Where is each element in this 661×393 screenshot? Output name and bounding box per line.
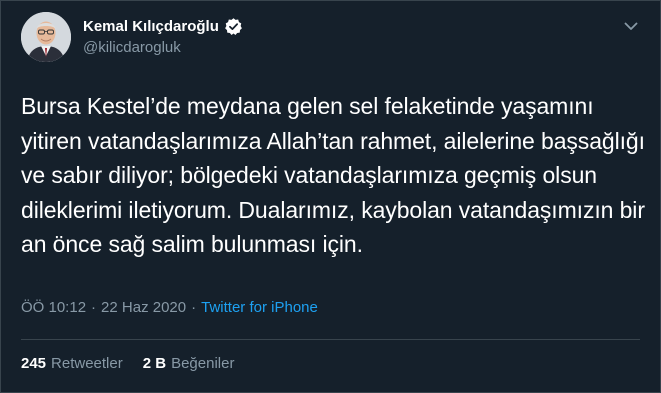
verified-badge-icon: [224, 17, 243, 36]
tweet-header: Kemal Kılıçdaroğlu @kilicdarogluk: [21, 12, 641, 72]
name-row: Kemal Kılıçdaroğlu: [83, 15, 243, 37]
tweet-date[interactable]: 22 Haz 2020: [101, 299, 186, 316]
divider: [21, 339, 640, 340]
chevron-down-icon[interactable]: [621, 16, 641, 36]
retweets-label: Retweetler: [51, 355, 123, 372]
tweet-source-link[interactable]: Twitter for iPhone: [201, 299, 318, 316]
likes-stat[interactable]: 2 B Beğeniler: [143, 355, 235, 372]
likes-label: Beğeniler: [171, 355, 235, 372]
tweet-card: Kemal Kılıçdaroğlu @kilicdarogluk Bursa …: [0, 0, 661, 393]
handle[interactable]: @kilicdarogluk: [83, 39, 243, 56]
tweet-text: Bursa Kestel’de meydana gelen sel felake…: [21, 93, 645, 258]
author-names: Kemal Kılıçdaroğlu @kilicdarogluk: [83, 15, 243, 56]
meta-separator: ·: [91, 299, 97, 316]
display-name[interactable]: Kemal Kılıçdaroğlu: [83, 18, 219, 35]
tweet-stats: 245 Retweetler 2 B Beğeniler: [21, 355, 254, 372]
tweet-time[interactable]: ÖÖ 10:12: [21, 299, 86, 316]
avatar[interactable]: [21, 12, 71, 62]
likes-count: 2 B: [142, 355, 167, 372]
avatar-portrait: [21, 12, 71, 62]
meta-separator: ·: [191, 299, 197, 316]
retweets-count: 245: [21, 355, 47, 372]
tweet-meta: ÖÖ 10:12 · 22 Haz 2020 · Twitter for iPh…: [21, 299, 318, 316]
retweets-stat[interactable]: 245 Retweetler: [21, 355, 123, 372]
